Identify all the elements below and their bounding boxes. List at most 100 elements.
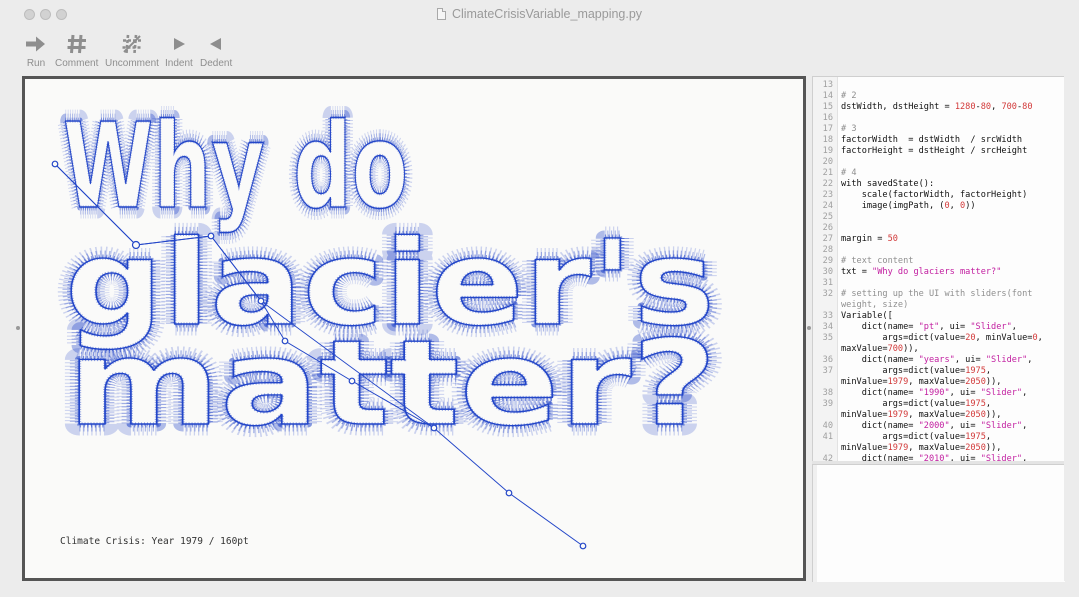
code-token: args=dict(value= (841, 333, 966, 343)
code-token: , (991, 102, 1002, 112)
canvas-frame: Why do Why do Why do Why do Why do glacier's g… (22, 76, 806, 581)
code-line[interactable]: 40 dict(name= "2000", ui= "Slider", (813, 421, 1065, 432)
control-point[interactable] (257, 297, 265, 305)
code-line[interactable]: 22 with savedState(): (813, 179, 1065, 190)
line-number: 18 (822, 135, 833, 145)
code-line[interactable]: 20 (813, 157, 1065, 168)
control-point[interactable] (51, 160, 59, 168)
uncomment-button[interactable]: Uncomment (105, 31, 159, 69)
control-point[interactable] (579, 542, 587, 550)
code-line[interactable]: 38 dict(name= "1990", ui= "Slider", (813, 388, 1065, 399)
line-text: # text content (841, 256, 913, 267)
comment-button[interactable]: Comment (55, 31, 98, 69)
code-line[interactable]: minValue=1979, maxValue=2050)), (813, 443, 1065, 454)
control-point[interactable] (131, 240, 141, 250)
code-token: , (1027, 355, 1033, 365)
control-point[interactable] (430, 424, 438, 432)
code-token: , ui= (949, 388, 981, 398)
line-number: 38 (822, 388, 833, 398)
code-token: 1975 (965, 432, 986, 442)
code-line[interactable]: 32 # setting up the UI with sliders(font (813, 289, 1065, 300)
code-line[interactable]: 25 (813, 212, 1065, 223)
code-line[interactable]: 19 factorHeight = dstHeight / srcHeight (813, 146, 1065, 157)
line-text: maxValue=700)), (841, 344, 919, 355)
code-editor[interactable]: 13 14 # 2 15 dstWidth, dstHeight = 1280-80, … (812, 76, 1065, 462)
code-line[interactable]: 36 dict(name= "years", ui= "Slider", (813, 355, 1065, 366)
code-line[interactable]: 30 txt = "Why do glaciers matter?" (813, 267, 1065, 278)
code-line[interactable]: 21 # 4 (813, 168, 1065, 179)
code-line[interactable]: 24 image(imgPath, (0, 0)) (813, 201, 1065, 212)
code-token: txt = (841, 267, 873, 277)
code-line[interactable]: 17 # 3 (813, 124, 1065, 135)
code-line[interactable]: minValue=1979, maxValue=2050)), (813, 377, 1065, 388)
line-text: dict(name= "pt", ui= "Slider", (841, 322, 1017, 333)
control-point[interactable] (348, 377, 356, 385)
code-token: , (985, 399, 992, 409)
code-line[interactable]: 16 (813, 113, 1065, 124)
line-number: 21 (822, 168, 833, 178)
code-line[interactable]: 28 (813, 245, 1065, 256)
code-token: 700 (1001, 102, 1017, 112)
drawing-canvas: Why do Why do Why do Why do Why do glacier's g… (25, 79, 803, 578)
line-text: # setting up the UI with sliders(font (841, 289, 1032, 300)
code-line[interactable]: 39 args=dict(value=1975, (813, 399, 1065, 410)
app-window: ClimateCrisisVariable_mapping.py Run Com… (0, 0, 1079, 597)
code-token: , maxValue= (908, 377, 966, 387)
code-line[interactable]: 15 dstWidth, dstHeight = 1280-80, 700-80 (813, 102, 1065, 113)
code-token: "1990" (918, 388, 950, 398)
code-token: )), (985, 443, 1002, 453)
code-line[interactable]: 33 Variable([ (813, 311, 1065, 322)
zoom-window-button[interactable] (56, 9, 67, 20)
close-window-button[interactable] (24, 9, 35, 20)
toolbar: Run Comment Uncomment Indent Dedent (0, 28, 1079, 74)
line-text: minValue=1979, maxValue=2050)), (841, 410, 1001, 421)
dedent-button[interactable]: Dedent (200, 31, 232, 69)
code-line[interactable]: 18 factorWidth = dstWidth / srcWidth (813, 135, 1065, 146)
line-number: 20 (822, 157, 833, 167)
code-token: args=dict(value= (841, 399, 966, 409)
code-line[interactable]: 31 (813, 278, 1065, 289)
line-text: weight, size) (841, 300, 908, 311)
code-token: maxValue= (841, 344, 888, 354)
code-token: , ui= (954, 355, 986, 365)
code-line[interactable]: 34 dict(name= "pt", ui= "Slider", (813, 322, 1065, 333)
code-token: # setting up the UI with sliders(font (841, 289, 1033, 299)
line-text: # 4 (841, 168, 857, 179)
control-point[interactable] (207, 232, 215, 240)
indent-button[interactable]: Indent (165, 31, 193, 69)
line-number: 37 (822, 366, 833, 376)
line-text: # 2 (841, 91, 857, 102)
vertical-splitter-handle[interactable] (807, 326, 811, 330)
code-line[interactable]: 14 # 2 (813, 91, 1065, 102)
triangle-left-icon (208, 31, 224, 57)
code-line[interactable]: 37 args=dict(value=1975, (813, 366, 1065, 377)
minimize-window-button[interactable] (40, 9, 51, 20)
code-token: , minValue= (975, 333, 1033, 343)
control-point[interactable] (281, 337, 289, 345)
code-line[interactable]: 26 (813, 223, 1065, 234)
run-button[interactable]: Run (25, 31, 47, 69)
line-number: 24 (822, 201, 833, 211)
code-line[interactable]: 41 args=dict(value=1975, (813, 432, 1065, 443)
code-line[interactable]: 27 margin = 50 (813, 234, 1065, 245)
line-text: scale(factorWidth, factorHeight) (841, 190, 1028, 201)
code-token: 80 (980, 102, 992, 112)
code-token: 50 (887, 234, 898, 244)
left-splitter-handle[interactable] (16, 326, 20, 330)
line-number: 23 (822, 190, 833, 200)
uncomment-label: Uncomment (105, 58, 159, 69)
code-line[interactable]: minValue=1979, maxValue=2050)), (813, 410, 1065, 421)
line-number: 40 (822, 421, 833, 431)
document-icon (436, 8, 446, 20)
code-line[interactable]: 23 scale(factorWidth, factorHeight) (813, 190, 1065, 201)
code-line[interactable]: weight, size) (813, 300, 1065, 311)
code-line[interactable]: 35 args=dict(value=20, minValue=0, (813, 333, 1065, 344)
code-line[interactable]: 29 # text content (813, 256, 1065, 267)
code-line[interactable]: 13 (813, 80, 1065, 91)
code-token: 2050 (965, 443, 986, 453)
code-line[interactable]: maxValue=700)), (813, 344, 1065, 355)
code-token: with savedState(): (841, 179, 935, 189)
control-point[interactable] (505, 489, 513, 497)
output-console[interactable] (812, 464, 1065, 582)
line-number: 15 (822, 102, 833, 112)
